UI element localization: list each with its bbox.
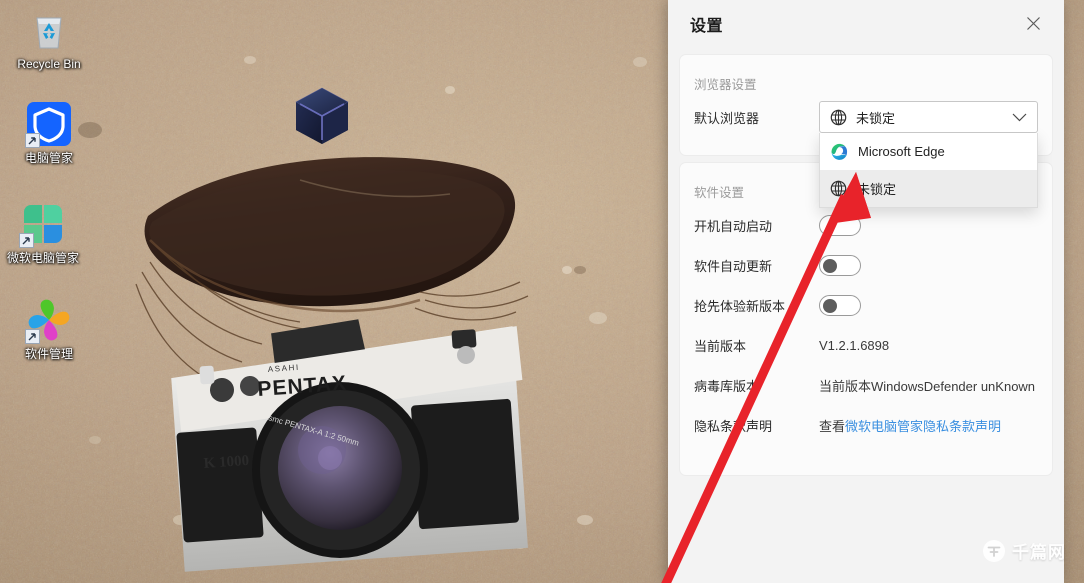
toggle-knob	[823, 258, 837, 273]
auto-update-toggle[interactable]	[819, 254, 861, 276]
current-version-label: 当前版本	[694, 338, 747, 354]
dropdown-option-label: 未锁定	[857, 182, 897, 197]
beta-preview-row: 抢先体验新版本	[680, 285, 1052, 325]
software-manager-icon	[25, 296, 73, 344]
beta-preview-toggle[interactable]	[819, 294, 861, 316]
dropdown-option-unlocked[interactable]: 未锁定	[820, 170, 1037, 207]
watermark: 千篇网	[983, 538, 1066, 563]
default-browser-label: 默认浏览器	[694, 110, 760, 126]
current-version-row: 当前版本 V1.2.1.6898	[680, 325, 1052, 365]
panel-header: 设置	[668, 0, 1064, 48]
shortcut-badge-icon	[25, 329, 40, 344]
privacy-prefix-text: 查看	[819, 418, 846, 434]
auto-update-label: 软件自动更新	[694, 258, 773, 274]
privacy-statement-label: 隐私条款声明	[694, 418, 773, 434]
privacy-statement-value: 查看微软电脑管家隐私条款声明	[819, 416, 1001, 435]
desktop-icon-microsoft-pc-manager[interactable]: 微软电脑管家	[0, 200, 86, 265]
edge-icon	[831, 143, 848, 160]
virus-db-version-label: 病毒库版本	[694, 378, 760, 394]
privacy-statement-row: 隐私条款声明 查看微软电脑管家隐私条款声明	[680, 405, 1052, 445]
desktop-icon-recycle-bin[interactable]: Recycle Bin	[6, 6, 92, 71]
current-version-value: V1.2.1.6898	[819, 337, 890, 353]
default-browser-dropdown-list: Microsoft Edge 未锁定	[819, 133, 1038, 208]
privacy-statement-link[interactable]: 微软电脑管家隐私条款声明	[845, 419, 1001, 434]
auto-start-row: 开机自动启动	[680, 205, 1052, 245]
chevron-down-icon	[1012, 113, 1027, 121]
page-title: 设置	[690, 18, 724, 35]
default-browser-selected-value: 未锁定	[856, 110, 896, 126]
svg-text:K 1000: K 1000	[203, 453, 249, 472]
globe-icon	[830, 180, 847, 197]
dropdown-option-microsoft-edge[interactable]: Microsoft Edge	[820, 133, 1037, 170]
beta-preview-label: 抢先体验新版本	[694, 298, 786, 314]
desktop-icon-tencent-pc-manager[interactable]: 电脑管家	[6, 100, 92, 165]
toggle-knob	[823, 298, 837, 313]
close-icon	[1026, 16, 1040, 30]
globe-icon	[830, 109, 847, 125]
close-button[interactable]	[1012, 6, 1054, 40]
auto-update-row: 软件自动更新	[680, 245, 1052, 285]
default-browser-row: 默认浏览器 未锁定 Microsoft Edge 未锁定	[680, 97, 1052, 208]
shortcut-badge-icon	[19, 233, 34, 248]
desktop-icon-software-manager[interactable]: 软件管理	[6, 296, 92, 361]
browser-section-title: 浏览器设置	[694, 78, 757, 92]
qianpian-logo-icon	[983, 539, 1005, 562]
microsoft-pc-manager-icon	[19, 200, 67, 248]
default-browser-combobox[interactable]: 未锁定	[819, 101, 1038, 133]
auto-start-toggle[interactable]	[819, 214, 861, 236]
recycle-bin-icon	[25, 6, 73, 54]
desktop-icon-label: Recycle Bin	[17, 57, 81, 71]
desktop-icon-label: 微软电脑管家	[6, 251, 79, 265]
desktop: ASAHI PENTAX K 1000 smc PENTAX-A 1:2 50m…	[0, 0, 1084, 583]
software-settings-card: 软件设置 开机自动启动 软件自动更新 抢先体验新版本 当前版本 V1.2.1.6…	[679, 162, 1053, 476]
auto-start-label: 开机自动启动	[694, 218, 773, 234]
tencent-pc-manager-icon	[25, 100, 73, 148]
browser-settings-card: 浏览器设置 默认浏览器 未锁定 Microsoft Edge 未锁定	[679, 54, 1053, 208]
default-browser-combobox-wrap: 未锁定 Microsoft Edge 未锁定	[819, 101, 1038, 208]
shortcut-badge-icon	[25, 133, 40, 148]
desktop-icon-label: 软件管理	[24, 347, 73, 361]
watermark-text: 千篇网	[1012, 543, 1066, 562]
settings-panel: 设置 浏览器设置 默认浏览器 未锁定 Microsoft Edge 未锁定 软件…	[668, 0, 1064, 583]
virus-db-version-row: 病毒库版本 当前版本WindowsDefender unKnown	[680, 365, 1052, 405]
dropdown-option-label: Microsoft Edge	[858, 144, 945, 159]
virus-db-version-value: 当前版本WindowsDefender unKnown	[819, 378, 1036, 394]
desktop-icon-label: 电脑管家	[24, 151, 73, 165]
panel-body: 浏览器设置 默认浏览器 未锁定 Microsoft Edge 未锁定 软件设置 …	[668, 48, 1064, 476]
